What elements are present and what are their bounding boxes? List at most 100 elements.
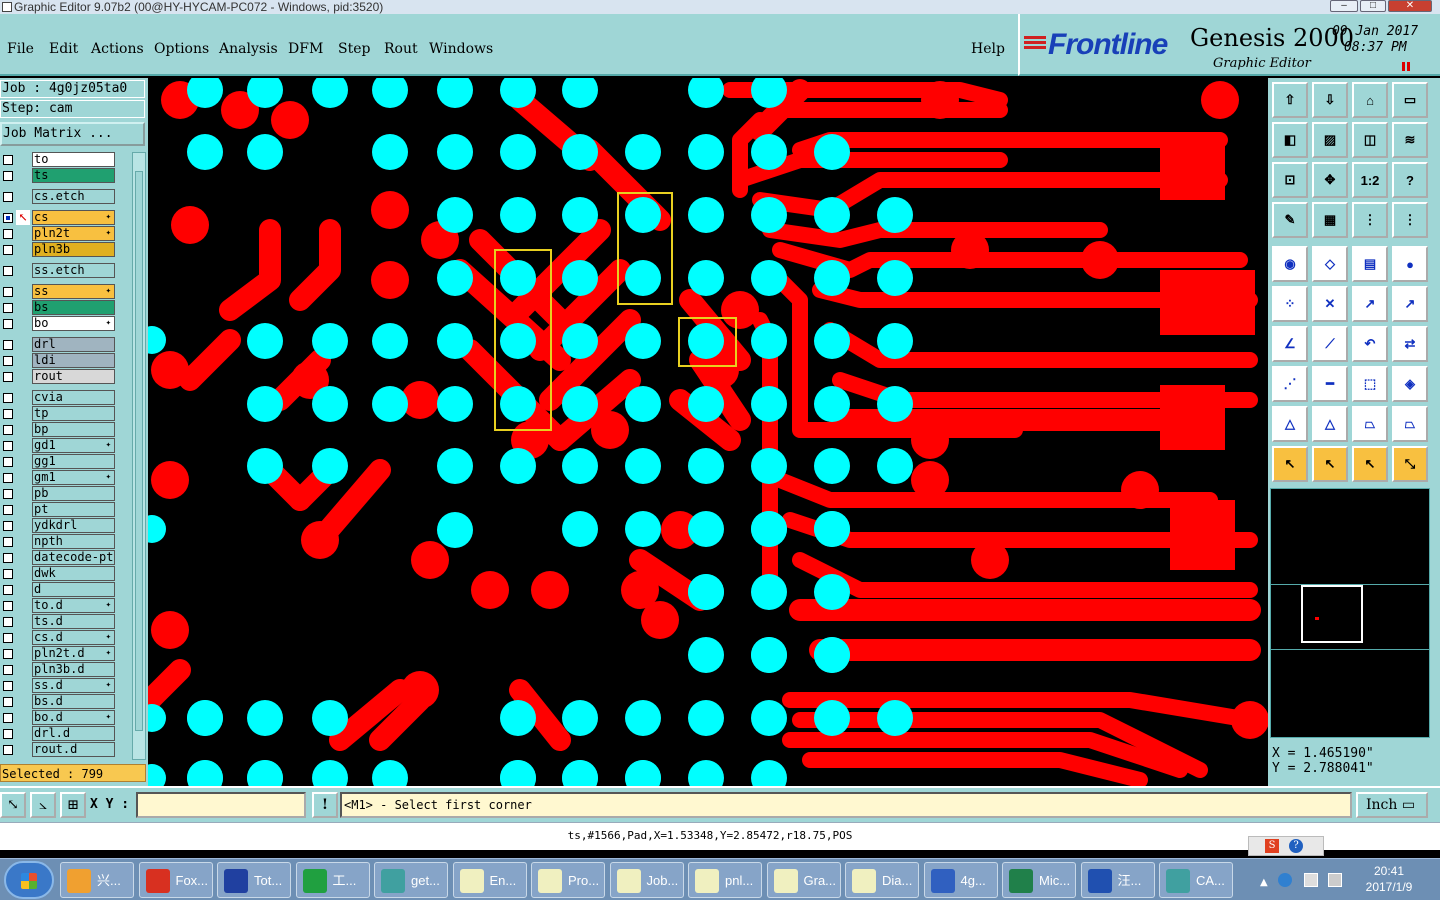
measure-icon[interactable]: ✎ <box>1272 202 1308 238</box>
layer-row[interactable]: to <box>0 152 132 167</box>
grid-icon[interactable]: ▦ <box>1312 202 1348 238</box>
layers-icon[interactable]: ⋮ <box>1392 202 1428 238</box>
layer-name[interactable]: datecode-pt <box>32 550 115 565</box>
taskbar-button[interactable]: Job... <box>609 862 684 898</box>
layer-checkbox[interactable] <box>3 372 13 382</box>
layer-row[interactable]: bo.d ✦ <box>0 710 132 725</box>
layer-row[interactable]: bs.d <box>0 694 132 709</box>
ime-help-icon[interactable]: ? <box>1289 839 1303 853</box>
layer-checkbox[interactable] <box>3 569 13 579</box>
layer-checkbox[interactable] <box>3 729 13 739</box>
taskbar-button[interactable]: get... <box>374 862 448 898</box>
pad-icon[interactable]: ◉ <box>1272 246 1308 282</box>
layer-row[interactable]: pt <box>0 502 132 517</box>
layer-row[interactable]: ydkdrl <box>0 518 132 533</box>
layer-checkbox[interactable] <box>3 745 13 755</box>
layer-name[interactable]: to <box>32 152 115 167</box>
layer-row[interactable]: npth <box>0 534 132 549</box>
ime-toolbar[interactable]: S ? <box>1248 836 1324 856</box>
clock[interactable]: 20:41 2017/1/9 <box>1354 863 1424 895</box>
taskbar-button[interactable]: 工... <box>295 862 370 898</box>
layer-name[interactable]: ydkdrl <box>32 518 115 533</box>
copy-icon[interactable]: ↗ <box>1392 286 1428 322</box>
layer-row[interactable]: tp <box>0 406 132 421</box>
layer-name[interactable]: cs.etch <box>32 189 115 204</box>
taskbar-button[interactable]: Mic... <box>1002 862 1076 898</box>
layer-name[interactable]: cs ✦ <box>32 210 115 225</box>
layer-checkbox[interactable] <box>3 340 13 350</box>
layer-row[interactable]: ss ✦ <box>0 284 132 299</box>
layer-checkbox[interactable] <box>3 245 13 255</box>
menu-options[interactable]: Options <box>154 41 209 57</box>
layer-name[interactable]: dwk <box>32 566 115 581</box>
layer-row[interactable]: gg1 <box>0 454 132 469</box>
overview-map[interactable] <box>1270 488 1430 738</box>
select-lasso-icon[interactable]: ↖ <box>1352 446 1388 482</box>
layer-row[interactable]: cs.etch <box>0 189 132 204</box>
layer-checkbox[interactable] <box>3 521 13 531</box>
layer-name[interactable]: drl <box>32 337 115 352</box>
layer-checkbox[interactable] <box>3 713 13 723</box>
layer-name[interactable]: ss.d ✦ <box>32 678 115 693</box>
home-up-icon[interactable]: ⇧ <box>1272 82 1308 118</box>
layer-checkbox[interactable] <box>3 171 13 181</box>
pad-move-icon[interactable]: ⋰ <box>1272 366 1308 402</box>
layer-name[interactable]: cs.d ✦ <box>32 630 115 645</box>
line-move-icon[interactable]: ━ <box>1312 366 1348 402</box>
layer-checkbox[interactable] <box>3 155 13 165</box>
layer-name[interactable]: rout <box>32 369 115 384</box>
maximize-button[interactable]: □ <box>1360 0 1386 12</box>
layer-checkbox[interactable] <box>3 601 13 611</box>
taskbar-button[interactable]: Tot... <box>217 862 291 898</box>
pause-icon[interactable] <box>1402 62 1410 71</box>
layer-name[interactable]: tp <box>32 406 115 421</box>
layer-row[interactable]: ts.d <box>0 614 132 629</box>
layer-row[interactable]: cs.d ✦ <box>0 630 132 645</box>
layer-name[interactable]: bs.d <box>32 694 115 709</box>
polygon-icon[interactable]: ◇ <box>1312 246 1348 282</box>
alert-icon[interactable]: ! <box>312 792 338 818</box>
unit-selector[interactable]: Inch ▭ <box>1356 792 1428 818</box>
layer-row[interactable]: ss.etch <box>0 263 132 278</box>
menu-windows[interactable]: Windows <box>429 41 493 57</box>
pan-left-icon[interactable]: ◧ <box>1272 122 1308 158</box>
select-icon[interactable]: ↖ <box>1272 446 1308 482</box>
minimize-button[interactable]: – <box>1330 0 1358 12</box>
arc-icon[interactable]: △ <box>1272 406 1308 442</box>
tray-expand-icon[interactable]: ▲ <box>1260 877 1268 888</box>
layer-checkbox[interactable] <box>3 681 13 691</box>
layer-row[interactable]: gm1 ✦ <box>0 470 132 485</box>
fit-icon[interactable]: ⊡ <box>1272 162 1308 198</box>
layer-name[interactable]: bo ✦ <box>32 316 115 331</box>
layer-row[interactable]: dwk <box>0 566 132 581</box>
layer-checkbox[interactable] <box>3 473 13 483</box>
measure-icon[interactable]: ⦣ <box>30 792 56 818</box>
menu-actions[interactable]: Actions <box>91 41 144 57</box>
layer-checkbox[interactable] <box>3 287 13 297</box>
layer-checkbox[interactable] <box>3 266 13 276</box>
flip-icon[interactable]: ⇄ <box>1392 326 1428 362</box>
layer-name[interactable]: ts.d <box>32 614 115 629</box>
undo-icon[interactable]: ↶ <box>1352 326 1388 362</box>
layer-checkbox[interactable] <box>3 409 13 419</box>
layer-row[interactable]: rout <box>0 369 132 384</box>
taskbar-button[interactable]: Fox... <box>138 862 213 898</box>
network-tray-icon[interactable] <box>1278 873 1292 887</box>
layer-name[interactable]: ss.etch <box>32 263 115 278</box>
layer-checkbox[interactable] <box>3 585 13 595</box>
layer-checkbox[interactable] <box>3 441 13 451</box>
snap-grid-icon[interactable]: ⊞ <box>60 792 86 818</box>
home-down-icon[interactable]: ⇩ <box>1312 82 1348 118</box>
layer-name[interactable]: bp <box>32 422 115 437</box>
layer-name[interactable]: npth <box>32 534 115 549</box>
layer-name[interactable]: pb <box>32 486 115 501</box>
flag-tray-icon[interactable] <box>1304 873 1318 887</box>
menu-edit[interactable]: Edit <box>49 41 78 57</box>
layer-checkbox[interactable] <box>3 393 13 403</box>
taskbar-button[interactable]: Pro... <box>531 862 605 898</box>
select-net-icon[interactable]: ⤡ <box>1392 446 1428 482</box>
layer-name[interactable]: ldi <box>32 353 115 368</box>
layer-checkbox[interactable] <box>3 649 13 659</box>
snap-icon[interactable]: ⋮ <box>1352 202 1388 238</box>
zoom-in-icon[interactable]: ◫ <box>1352 122 1388 158</box>
